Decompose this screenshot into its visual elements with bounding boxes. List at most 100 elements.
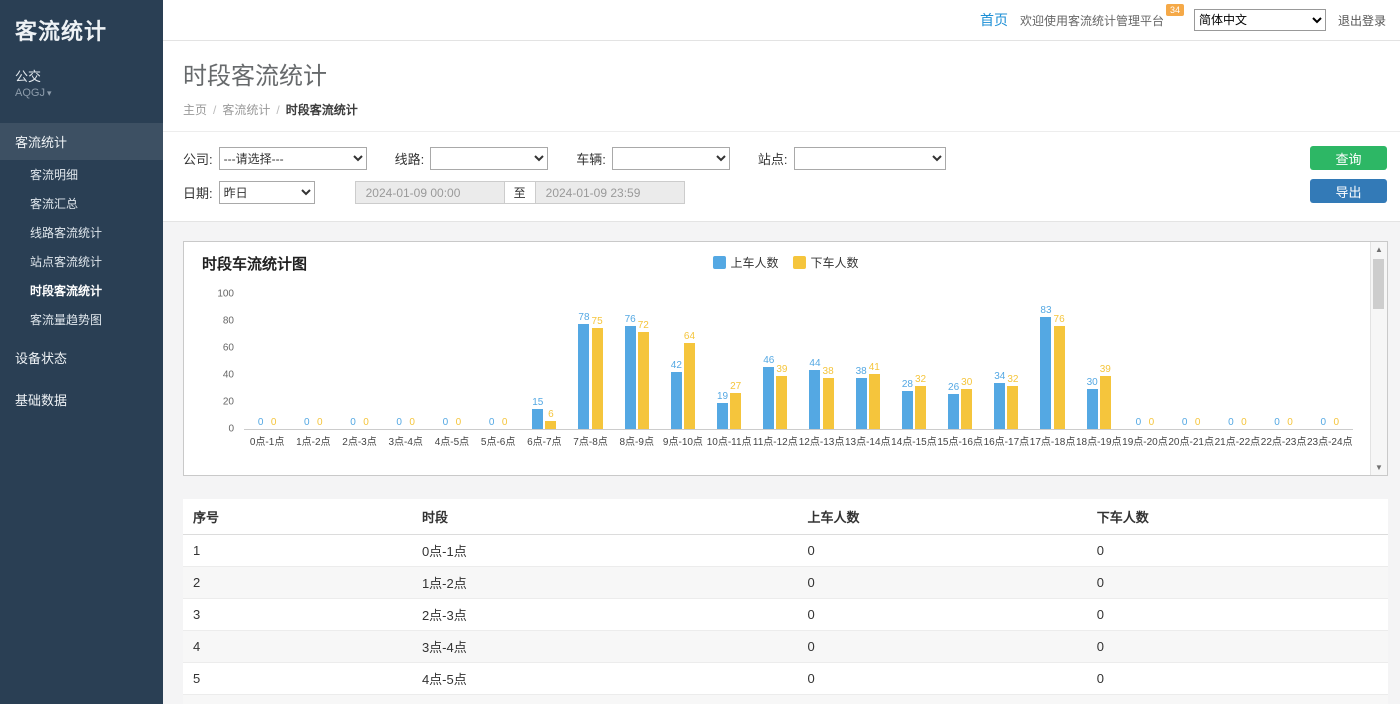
bar[interactable] xyxy=(869,374,880,429)
table-cell: 5 xyxy=(183,663,412,695)
sidebar-item[interactable]: 客流明细 xyxy=(0,160,163,189)
bar-group[interactable]: 443812点-13点 xyxy=(798,294,844,445)
bar[interactable] xyxy=(671,372,682,429)
bar[interactable] xyxy=(578,324,589,429)
bar-group[interactable]: 263015点-16点 xyxy=(937,294,983,445)
bar[interactable] xyxy=(823,378,834,429)
bar-group[interactable]: 837617点-18点 xyxy=(1029,294,1075,445)
station-filter: 站点: xyxy=(758,147,946,170)
bar-group[interactable]: 0023点-24点 xyxy=(1307,294,1353,445)
bar[interactable] xyxy=(1100,376,1111,429)
bar-group[interactable]: 000点-1点 xyxy=(244,294,290,445)
bar-group[interactable]: 283214点-15点 xyxy=(891,294,937,445)
bar[interactable] xyxy=(1054,326,1065,429)
bar-value-label: 41 xyxy=(869,362,880,373)
bar[interactable] xyxy=(717,403,728,429)
bar-group[interactable]: 303918点-19点 xyxy=(1076,294,1122,445)
bar-value-label: 75 xyxy=(592,316,603,327)
welcome-label: 欢迎使用客流统计管理平台 xyxy=(1020,14,1164,28)
legend-label: 上车人数 xyxy=(730,254,778,271)
bar[interactable] xyxy=(776,376,787,429)
bar[interactable] xyxy=(902,391,913,429)
bar-group[interactable]: 0020点-21点 xyxy=(1168,294,1214,445)
sidebar: 客流统计 公交 AQGJ▾ 客流统计客流明细客流汇总线路客流统计站点客流统计时段… xyxy=(0,0,163,704)
legend-item[interactable]: 下车人数 xyxy=(793,254,859,271)
vehicle-select[interactable] xyxy=(612,147,730,170)
legend-item[interactable]: 上车人数 xyxy=(712,254,778,271)
breadcrumb-item[interactable]: 主页 xyxy=(183,103,207,117)
sidebar-item[interactable]: 时段客流统计 xyxy=(0,276,163,305)
bar-group[interactable]: 384113点-14点 xyxy=(845,294,891,445)
company-select[interactable]: ---请选择--- xyxy=(219,147,367,170)
bar-group[interactable]: 0021点-22点 xyxy=(1214,294,1260,445)
end-date-input[interactable] xyxy=(535,181,685,204)
notification-badge[interactable]: 34 xyxy=(1166,4,1184,16)
bar-group[interactable]: 005点-6点 xyxy=(475,294,521,445)
bar-group[interactable]: 004点-5点 xyxy=(429,294,475,445)
bar-column: 0 xyxy=(1146,294,1157,429)
breadcrumb-item[interactable]: 客流统计 xyxy=(222,103,270,117)
home-link[interactable]: 首页 xyxy=(980,10,1008,30)
bar-column: 0 xyxy=(1133,294,1144,429)
query-button[interactable]: 查询 xyxy=(1310,146,1387,170)
chart-scrollbar[interactable]: ▲ ▼ xyxy=(1370,242,1387,475)
export-button[interactable]: 导出 xyxy=(1310,179,1387,203)
language-select[interactable]: 简体中文 xyxy=(1194,9,1326,31)
bar[interactable] xyxy=(592,328,603,429)
scroll-up-arrow[interactable]: ▲ xyxy=(1371,242,1387,257)
x-axis-label: 21点-22点 xyxy=(1215,433,1261,445)
bar-group[interactable]: 0022点-23点 xyxy=(1260,294,1306,445)
bar[interactable] xyxy=(638,332,649,429)
bar-group[interactable]: 463911点-12点 xyxy=(752,294,798,445)
station-select[interactable] xyxy=(794,147,946,170)
sidebar-section[interactable]: 基础数据 xyxy=(0,381,163,418)
start-date-input[interactable] xyxy=(355,181,505,204)
bar-column: 41 xyxy=(869,294,880,429)
org-selector[interactable]: AQGJ▾ xyxy=(0,87,163,105)
sidebar-section[interactable]: 客流统计 xyxy=(0,123,163,160)
date-preset-select[interactable]: 昨日 xyxy=(219,181,315,204)
logout-link[interactable]: 退出登录 xyxy=(1338,12,1386,29)
sidebar-item[interactable]: 客流量趋势图 xyxy=(0,305,163,334)
bar-group[interactable]: 1566点-7点 xyxy=(521,294,567,445)
bar[interactable] xyxy=(763,367,774,429)
bar-group[interactable]: 78757点-8点 xyxy=(567,294,613,445)
bar-group[interactable]: 42649点-10点 xyxy=(660,294,706,445)
bar[interactable] xyxy=(625,326,636,429)
line-select[interactable] xyxy=(430,147,548,170)
sidebar-section[interactable]: 设备状态 xyxy=(0,339,163,376)
page-header: 时段客流统计 主页/客流统计/时段客流统计 xyxy=(163,41,1400,132)
sidebar-item[interactable]: 站点客流统计 xyxy=(0,247,163,276)
bar-group[interactable]: 343216点-17点 xyxy=(983,294,1029,445)
bar-group[interactable]: 001点-2点 xyxy=(290,294,336,445)
top-header: 首页 欢迎使用客流统计管理平台34 简体中文 退出登录 xyxy=(163,0,1400,41)
bar[interactable] xyxy=(948,394,959,429)
company-label: 公司: xyxy=(183,149,213,168)
bar-group[interactable]: 002点-3点 xyxy=(336,294,382,445)
bar-pair: 00 xyxy=(255,294,279,429)
scrollbar-thumb[interactable] xyxy=(1373,259,1384,309)
bar[interactable] xyxy=(994,383,1005,429)
sidebar-item[interactable]: 客流汇总 xyxy=(0,189,163,218)
bar-column: 34 xyxy=(994,294,1005,429)
filter-row-1: 公司: ---请选择--- 线路: 车辆: 站点: xyxy=(183,147,1380,170)
bar[interactable] xyxy=(684,343,695,429)
bar[interactable] xyxy=(961,389,972,430)
scroll-down-arrow[interactable]: ▼ xyxy=(1371,460,1387,475)
bar-group[interactable]: 0019点-20点 xyxy=(1122,294,1168,445)
bar[interactable] xyxy=(545,421,556,429)
bar-group[interactable]: 76728点-9点 xyxy=(614,294,660,445)
bar-group[interactable]: 192710点-11点 xyxy=(706,294,752,445)
bar[interactable] xyxy=(730,393,741,429)
bar-column: 0 xyxy=(1238,294,1249,429)
bar[interactable] xyxy=(1007,386,1018,429)
bar[interactable] xyxy=(532,409,543,429)
bar[interactable] xyxy=(1040,317,1051,429)
bar[interactable] xyxy=(809,370,820,429)
bar-group[interactable]: 003点-4点 xyxy=(383,294,429,445)
sidebar-item[interactable]: 线路客流统计 xyxy=(0,218,163,247)
bar[interactable] xyxy=(856,378,867,429)
bar-value-label: 15 xyxy=(532,397,543,408)
bar[interactable] xyxy=(915,386,926,429)
bar[interactable] xyxy=(1087,389,1098,430)
